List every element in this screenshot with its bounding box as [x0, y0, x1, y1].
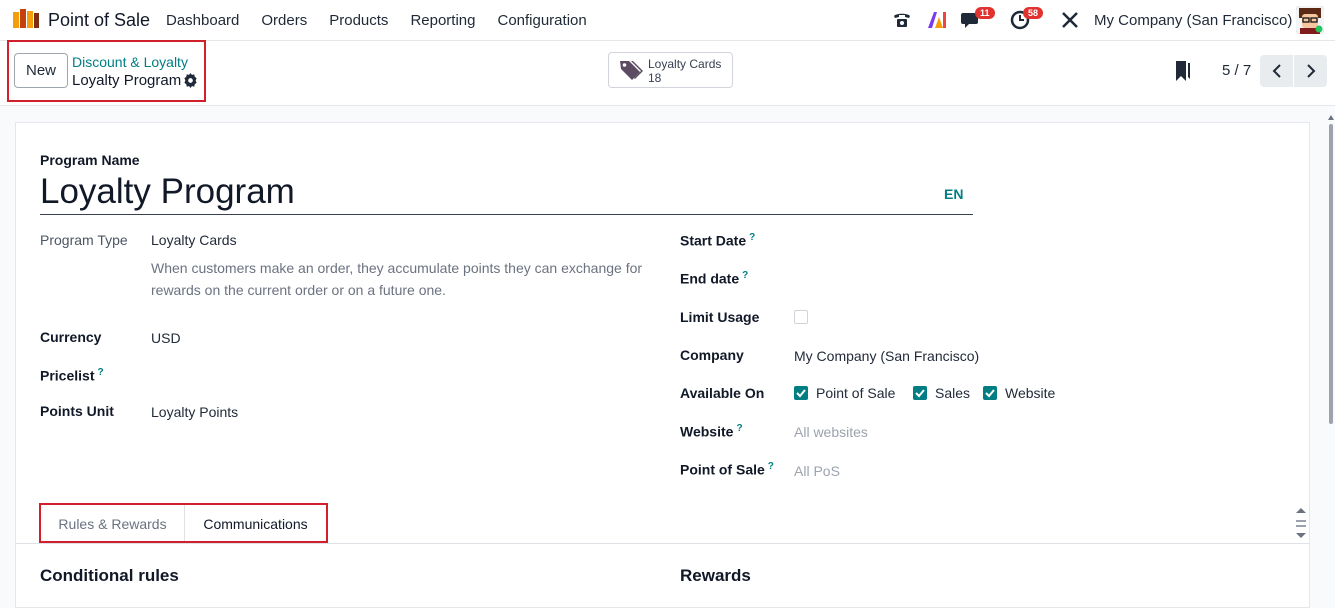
program-type-description: When customers make an order, they accum… — [151, 260, 643, 298]
help-icon[interactable]: ? — [97, 367, 103, 378]
menu-products[interactable]: Products — [329, 12, 388, 29]
website-label: Website? — [680, 423, 743, 440]
scroll-arrows-icon[interactable] — [1295, 505, 1307, 541]
point-of-sale-field[interactable]: All PoS — [794, 463, 840, 479]
activity-badge: 58 — [1023, 7, 1044, 19]
gear-icon[interactable] — [183, 73, 198, 88]
program-type-label: Program Type — [40, 232, 128, 248]
phone-icon[interactable] — [891, 9, 913, 31]
menu-configuration[interactable]: Configuration — [497, 12, 586, 29]
company-switcher[interactable]: My Company (San Francisco) — [1094, 12, 1292, 29]
website-field[interactable]: All websites — [794, 424, 868, 440]
point-of-sale-label: Point of Sale? — [680, 461, 774, 478]
pricelist-label: Pricelist? — [40, 367, 104, 384]
smart-button-count: 18 — [648, 71, 662, 85]
pos-app-icon[interactable] — [12, 8, 40, 30]
main-menu: Dashboard Orders Products Reporting Conf… — [166, 12, 609, 29]
check-icon — [985, 389, 995, 398]
loyalty-cards-smart-button[interactable]: Loyalty Cards 18 — [608, 52, 733, 88]
tags-icon — [620, 61, 643, 80]
available-on-website: Website — [1005, 385, 1056, 401]
limit-usage-label: Limit Usage — [680, 309, 760, 325]
ai-assistant-icon[interactable] — [926, 9, 948, 31]
pager-value[interactable]: 5 / 7 — [1222, 62, 1251, 79]
pos-checkbox[interactable] — [794, 386, 808, 400]
company-value[interactable]: My Company (San Francisco) — [794, 348, 979, 364]
currency-label: Currency — [40, 329, 102, 345]
check-icon — [915, 389, 925, 398]
start-date-label: Start Date? — [680, 232, 756, 249]
available-on-sales: Sales — [935, 385, 971, 401]
rewards-heading: Rewards — [680, 566, 751, 585]
available-on-pos: Point of Sale — [816, 385, 896, 401]
app-name[interactable]: Point of Sale — [48, 10, 150, 31]
chat-badge: 11 — [975, 7, 995, 19]
breadcrumb-parent-link[interactable]: Discount & Loyalty — [72, 54, 188, 70]
chevron-right-icon — [1306, 64, 1315, 78]
new-button[interactable]: New — [14, 53, 68, 88]
end-date-label: End date? — [680, 270, 749, 287]
conditional-rules-heading: Conditional rules — [40, 566, 179, 585]
program-name-label: Program Name — [40, 152, 140, 168]
currency-value[interactable]: USD — [151, 330, 181, 346]
breadcrumb-current: Loyalty Program — [72, 72, 182, 89]
pager-next-button[interactable] — [1294, 55, 1327, 87]
tabs-divider — [16, 543, 1309, 544]
language-button[interactable]: EN — [944, 186, 963, 202]
sales-checkbox[interactable] — [913, 386, 927, 400]
limit-usage-checkbox[interactable] — [794, 310, 808, 324]
program-name-input[interactable]: Loyalty Program — [40, 172, 973, 215]
help-icon[interactable]: ? — [736, 423, 742, 434]
page-scrollbar[interactable] — [1327, 108, 1335, 608]
company-label: Company — [680, 347, 744, 363]
tools-icon[interactable] — [1059, 9, 1081, 31]
top-navbar: Point of Sale Dashboard Orders Products … — [0, 0, 1335, 41]
menu-dashboard[interactable]: Dashboard — [166, 12, 239, 29]
website-checkbox[interactable] — [983, 386, 997, 400]
available-on-label: Available On — [680, 385, 765, 401]
pager-previous-button[interactable] — [1260, 55, 1293, 87]
menu-reporting[interactable]: Reporting — [410, 12, 475, 29]
program-type-value[interactable]: Loyalty Cards — [151, 232, 237, 248]
help-icon[interactable]: ? — [742, 270, 748, 281]
tabs-highlight-box — [39, 503, 328, 543]
points-unit-value[interactable]: Loyalty Points — [151, 404, 238, 420]
user-avatar[interactable] — [1296, 6, 1324, 34]
menu-orders[interactable]: Orders — [261, 12, 307, 29]
smart-button-label: Loyalty Cards — [648, 57, 722, 71]
help-icon[interactable]: ? — [749, 232, 755, 243]
check-icon — [796, 389, 806, 398]
bookmark-icon[interactable] — [1176, 61, 1190, 81]
points-unit-label: Points Unit — [40, 403, 114, 419]
help-icon[interactable]: ? — [768, 461, 774, 472]
chevron-left-icon — [1272, 64, 1281, 78]
